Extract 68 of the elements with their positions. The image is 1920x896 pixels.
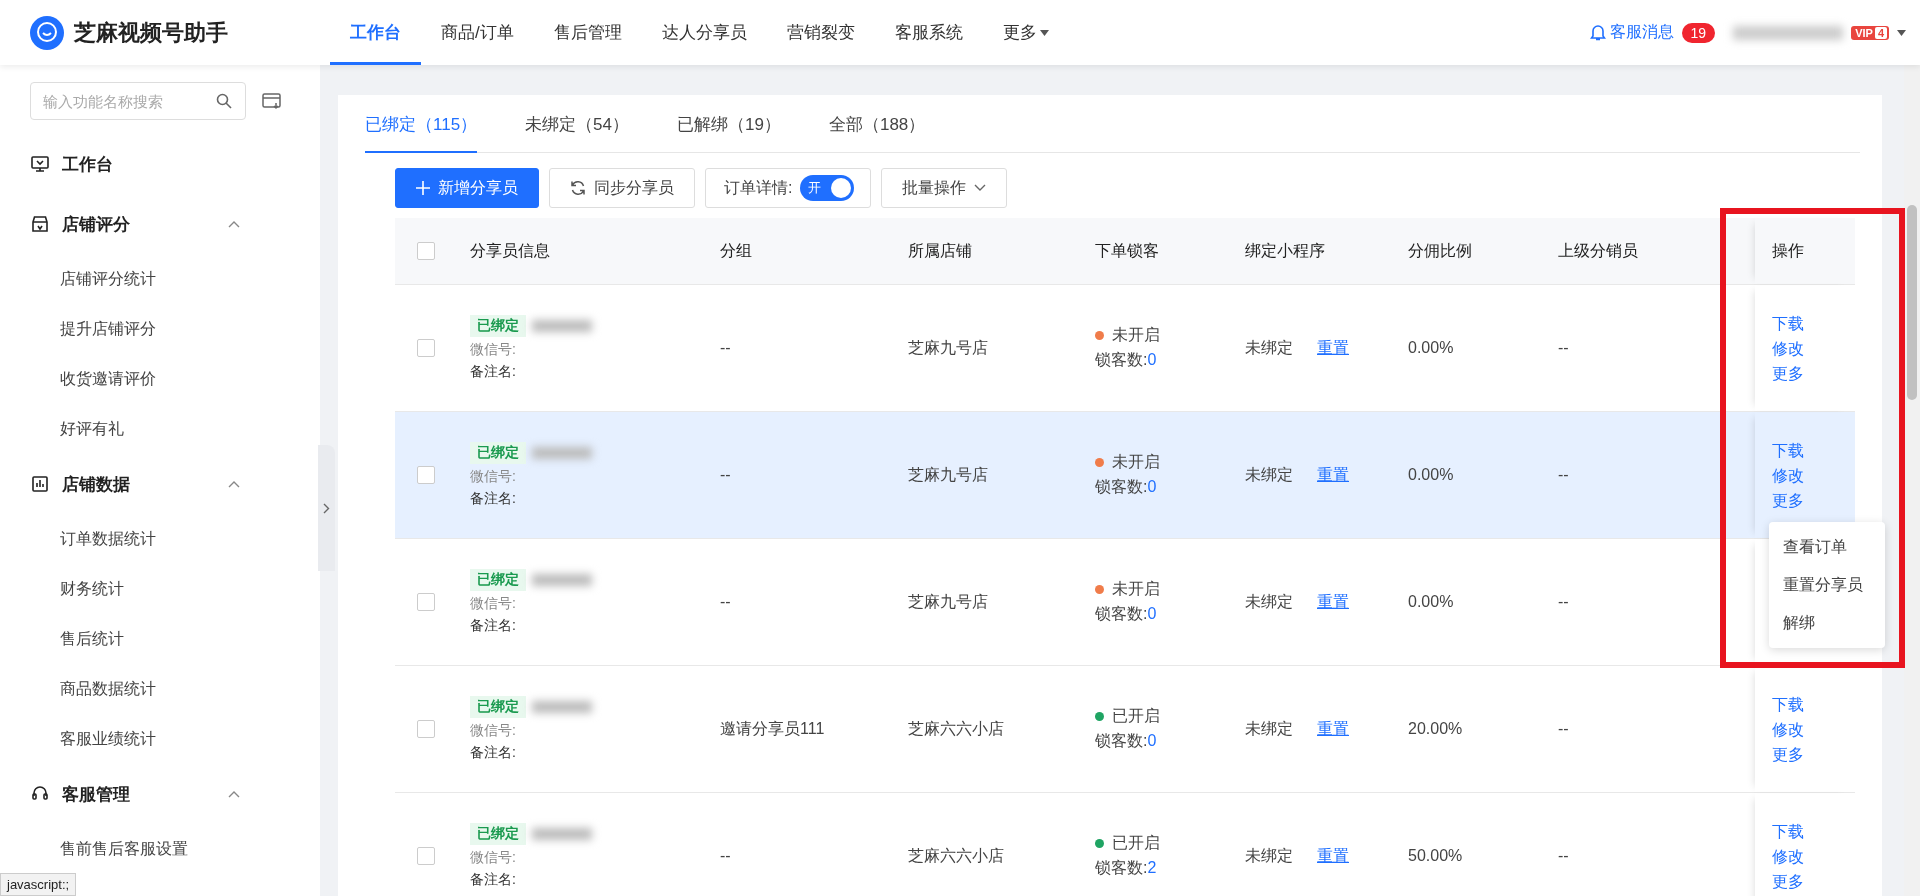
message-count-badge: 19 — [1681, 22, 1716, 43]
column-header: 分享员信息 — [470, 240, 551, 261]
table-cell-text: 20.00% — [1408, 720, 1464, 738]
lock-label: 锁客数: — [1095, 859, 1148, 876]
lock-state: 未开启 — [1112, 452, 1160, 472]
status-tag: 已绑定 — [470, 315, 526, 337]
remark-label: 备注名: — [470, 617, 517, 635]
table-cell-text: 0.00% — [1408, 339, 1455, 357]
table-cell-text: 芝麻九号店 — [908, 591, 989, 612]
table-cell-text: -- — [1558, 847, 1570, 865]
lock-state: 已开启 — [1112, 706, 1160, 726]
table-cell-text: 芝麻九号店 — [908, 337, 989, 358]
app-name: 芝麻视频号助手 — [74, 18, 228, 47]
column-header: 上级分销员 — [1558, 240, 1639, 261]
status-tag: 已绑定 — [470, 442, 526, 464]
table-cell-text: 未绑定 — [1245, 591, 1293, 612]
remark-label: 备注名: — [470, 490, 517, 508]
lock-state: 未开启 — [1112, 579, 1160, 599]
column-header: 所属店铺 — [908, 240, 973, 261]
order-detail-label: 订单详情: — [724, 177, 793, 198]
remark-label: 备注名: — [470, 871, 517, 889]
column-header: 操作 — [1772, 240, 1805, 261]
lock-count: 2 — [1147, 859, 1157, 876]
table-cell-text: 未绑定 — [1245, 464, 1293, 485]
lock-count: 0 — [1147, 732, 1157, 749]
table-cell-text: 芝麻九号店 — [908, 464, 989, 485]
table-cell-text: 0.00% — [1408, 466, 1455, 484]
wechat-label: 微信号: — [470, 341, 517, 359]
wechat-label: 微信号: — [470, 468, 517, 486]
vip-badge: VIP 4 — [1851, 25, 1889, 40]
lock-label: 锁客数: — [1095, 732, 1148, 749]
table-cell-text: 0.00% — [1408, 593, 1455, 611]
table-cell-text: -- — [1558, 720, 1570, 738]
table-cell-text: 邀请分享员111 — [720, 718, 826, 739]
lock-count: 0 — [1147, 478, 1157, 495]
status-tag: 已绑定 — [470, 569, 526, 591]
table-cell-text: 未绑定 — [1245, 718, 1293, 739]
table-cell-text: -- — [1558, 339, 1570, 357]
lock-count: 0 — [1147, 605, 1157, 622]
status-bar: javascript:; — [0, 873, 77, 896]
lock-state: 未开启 — [1112, 325, 1160, 345]
wechat-label: 微信号: — [470, 849, 517, 867]
lock-label: 锁客数: — [1095, 478, 1148, 495]
status-tag: 已绑定 — [470, 823, 526, 845]
table-cell-text: 未绑定 — [1245, 337, 1293, 358]
remark-label: 备注名: — [470, 363, 517, 381]
column-header: 分佣比例 — [1408, 240, 1473, 261]
lock-state: 已开启 — [1112, 833, 1160, 853]
lock-label: 锁客数: — [1095, 605, 1148, 622]
table-cell-text: -- — [1558, 593, 1570, 611]
lock-count: 0 — [1147, 351, 1157, 368]
table-cell-text: 芝麻六六小店 — [908, 845, 1005, 866]
remark-label: 备注名: — [470, 744, 517, 762]
table-cell-text: -- — [720, 466, 732, 484]
column-header: 分组 — [720, 240, 753, 261]
wechat-label: 微信号: — [470, 595, 517, 613]
table-cell-text: -- — [720, 339, 732, 357]
table-cell-text: 未绑定 — [1245, 845, 1293, 866]
wechat-label: 微信号: — [470, 722, 517, 740]
table-cell-text: 50.00% — [1408, 847, 1464, 865]
table-cell-text: 芝麻六六小店 — [908, 718, 1005, 739]
lock-label: 锁客数: — [1095, 351, 1148, 368]
column-header: 绑定小程序 — [1245, 240, 1326, 261]
table-cell-text: -- — [720, 847, 732, 865]
column-header: 下单锁客 — [1095, 240, 1160, 261]
table-cell-text: -- — [1558, 466, 1570, 484]
status-tag: 已绑定 — [470, 696, 526, 718]
table-cell-text: -- — [720, 593, 732, 611]
